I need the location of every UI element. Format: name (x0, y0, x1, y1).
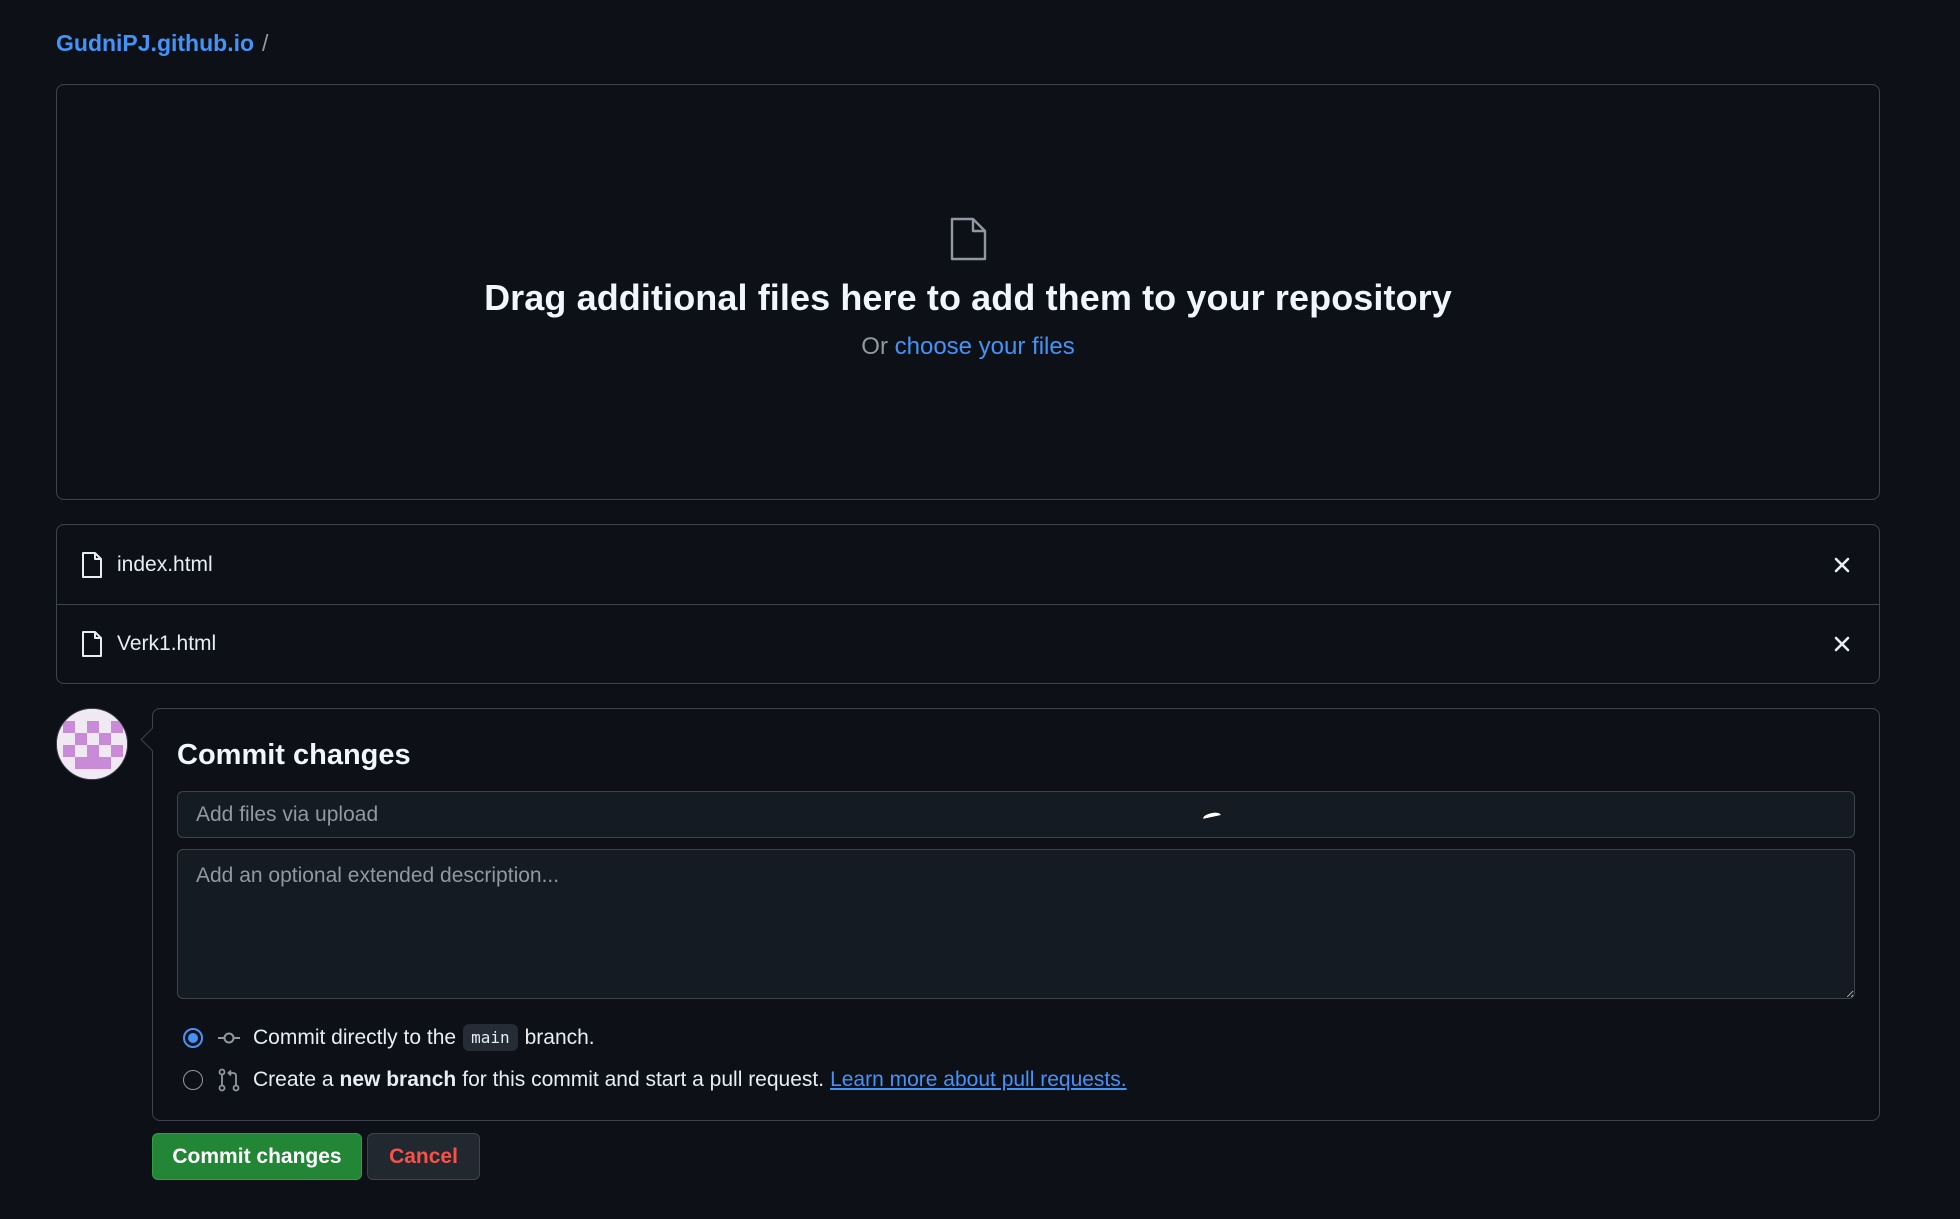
learn-more-pull-requests-link[interactable]: Learn more about pull requests. (830, 1068, 1127, 1092)
x-icon[interactable] (1831, 554, 1853, 576)
dropzone-heading: Drag additional files here to add them t… (484, 277, 1452, 318)
list-item: index.html (57, 525, 1879, 604)
commit-direct-radio[interactable] (183, 1027, 203, 1048)
cancel-button[interactable]: Cancel (367, 1133, 480, 1180)
new-branch-option[interactable]: Create a new branch for this commit and … (183, 1068, 1127, 1092)
commit-direct-prefix: Commit directly to the (253, 1025, 457, 1049)
file-name: Verk1.html (117, 632, 217, 655)
repo-link[interactable]: GudniPJ.github.io (56, 28, 254, 58)
commit-form: Commit changes Commit directly to the ma… (152, 708, 1880, 1121)
dropzone-or-line: Or choose your files (861, 333, 1074, 361)
commit-changes-button[interactable]: Commit changes (152, 1133, 362, 1180)
file-icon (82, 631, 102, 657)
list-item: Verk1.html (57, 604, 1879, 683)
git-pull-request-icon (218, 1068, 240, 1092)
commit-direct-suffix: branch. (524, 1025, 595, 1049)
commit-direct-option[interactable]: Commit directly to the main branch. (183, 1024, 595, 1051)
breadcrumb-separator: / (262, 30, 269, 56)
breadcrumb: GudniPJ.github.io / (56, 28, 268, 58)
new-branch-bold: new branch (339, 1068, 457, 1091)
avatar[interactable] (56, 708, 128, 780)
file-icon (950, 217, 987, 261)
commit-description-input[interactable] (177, 849, 1855, 999)
identicon (57, 709, 127, 779)
new-branch-radio[interactable] (183, 1070, 203, 1090)
commit-heading: Commit changes (177, 739, 411, 771)
new-branch-prefix: Create a (253, 1068, 334, 1091)
choose-files-link[interactable]: choose your files (895, 333, 1075, 360)
branch-name-chip: main (463, 1024, 518, 1051)
git-commit-icon (218, 1032, 240, 1043)
new-branch-suffix: for this commit and start a pull request… (462, 1068, 825, 1091)
commit-summary-input[interactable] (177, 791, 1855, 838)
or-text: Or (861, 333, 888, 360)
x-icon[interactable] (1831, 633, 1853, 655)
file-name: index.html (117, 552, 213, 576)
file-icon (82, 551, 102, 578)
uploaded-file-list: index.html Verk1.html (56, 524, 1880, 684)
file-dropzone[interactable]: Drag additional files here to add them t… (56, 84, 1880, 500)
